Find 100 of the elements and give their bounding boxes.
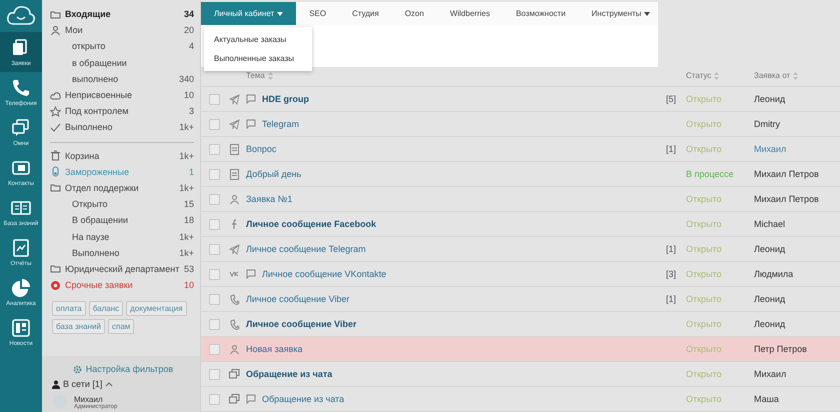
folder-link[interactable]: Юридический департамент: [65, 264, 180, 274]
report-icon: [11, 238, 31, 258]
reply-count: [3]: [664, 269, 677, 279]
ticket-title-link[interactable]: Личное сообщение VKontakte: [262, 269, 386, 279]
row-checkbox[interactable]: [209, 344, 220, 354]
chat-windows-icon: [229, 368, 240, 380]
row-checkbox[interactable]: [209, 94, 220, 104]
ticket-title-link[interactable]: Личное сообщение Facebook: [246, 219, 376, 229]
status-text: Открыто: [686, 194, 723, 204]
folder-link[interactable]: выполнено: [72, 74, 175, 84]
item-count: 18: [184, 215, 194, 226]
pie-chart-icon: [11, 278, 31, 298]
paper-plane-icon: [229, 94, 240, 104]
item-count: 1: [188, 166, 194, 177]
folder-link[interactable]: Открыто: [72, 199, 180, 210]
status-text: Открыто: [686, 94, 723, 104]
nav-tab[interactable]: SEO: [296, 2, 340, 25]
ticket-title-link[interactable]: Обращение из чата: [262, 394, 344, 404]
caret-icon[interactable]: [105, 381, 114, 387]
row-checkbox[interactable]: [209, 368, 220, 380]
item-count: 1k+: [179, 232, 194, 242]
folder-link[interactable]: В обращении: [72, 215, 180, 226]
tag-chip[interactable]: документация: [126, 301, 187, 316]
folder-link[interactable]: Отдел поддержки: [65, 182, 176, 193]
column-header[interactable]: Заявка от: [754, 71, 790, 80]
chat-windows-icon: [229, 394, 240, 404]
nav-tab[interactable]: Возможности: [502, 2, 579, 25]
folder-link[interactable]: в обращении: [72, 58, 194, 68]
author-name: Леонид: [754, 94, 786, 104]
row-checkbox[interactable]: [209, 268, 220, 280]
tag-chip[interactable]: база знаний: [52, 319, 105, 334]
tag-chip[interactable]: оплата: [52, 301, 86, 316]
ticket-title-link[interactable]: Обращение из чата: [246, 369, 332, 379]
folder-link[interactable]: На паузе: [72, 232, 176, 242]
row-checkbox[interactable]: [209, 294, 220, 304]
item-count: 10: [184, 90, 194, 100]
ticket-title-link[interactable]: Личное сообщение Viber: [246, 294, 350, 304]
folder-link[interactable]: открыто: [72, 41, 185, 52]
author-name: Dmitry: [754, 119, 781, 129]
menu-item[interactable]: Выполненные заказы: [204, 49, 312, 68]
nav-tab[interactable]: Инструменты: [578, 2, 664, 25]
row-checkbox[interactable]: [209, 394, 220, 404]
nav-tab[interactable]: Личный кабинет: [201, 2, 296, 25]
sort-icon[interactable]: [714, 72, 720, 80]
row-checkbox[interactable]: [209, 244, 220, 254]
reply-count: [1]: [664, 144, 677, 154]
column-header[interactable]: Тема: [246, 71, 265, 80]
row-checkbox[interactable]: [209, 168, 220, 180]
sort-icon[interactable]: [268, 72, 273, 80]
folder-link[interactable]: Неприсвоенные: [65, 90, 180, 100]
cloud-icon: [50, 90, 61, 101]
ticket-title-link[interactable]: Новая заявка: [246, 344, 302, 354]
online-users-label[interactable]: В сети [1]: [63, 379, 102, 389]
folder-link[interactable]: Выполнено: [65, 122, 176, 132]
settings-icon: [72, 364, 82, 374]
ticket-title-link[interactable]: Заявка №1: [246, 194, 292, 204]
nav-tab[interactable]: Студия: [339, 2, 392, 25]
tag-chip[interactable]: спам: [108, 319, 134, 334]
folder-link[interactable]: Корзина: [65, 150, 176, 161]
ticket-title-link[interactable]: Вопрос: [246, 144, 276, 154]
tag-chip[interactable]: баланс: [88, 301, 124, 316]
ticket-title-link[interactable]: Добрый день: [246, 169, 302, 179]
menu-item[interactable]: Актуальные заказы: [204, 30, 312, 49]
folder-link[interactable]: Мои: [65, 25, 180, 36]
status-text: Открыто: [686, 144, 723, 154]
author-name: Михаил: [754, 369, 788, 379]
status-text: Открыто: [686, 394, 723, 404]
folder-icon: [50, 8, 61, 20]
phone-icon: [229, 294, 240, 304]
folder-link[interactable]: Входящие: [65, 9, 180, 20]
item-count: 20: [184, 25, 194, 36]
ticket-title-link[interactable]: Telegram: [262, 119, 300, 129]
row-checkbox[interactable]: [209, 194, 220, 204]
row-checkbox[interactable]: [209, 218, 220, 230]
filter-settings-link[interactable]: Настройка фильтров: [86, 364, 174, 374]
nav-tab[interactable]: Wildberries: [436, 2, 503, 25]
status-text: Открыто: [686, 269, 723, 279]
ticket-title-link[interactable]: Личное сообщение Telegram: [246, 244, 366, 254]
column-header[interactable]: Статус: [686, 71, 712, 80]
row-checkbox[interactable]: [209, 144, 220, 154]
nav-tab[interactable]: Ozon: [392, 2, 437, 25]
folder-link[interactable]: Под контролем: [65, 106, 185, 116]
sort-icon[interactable]: [793, 72, 798, 80]
person-icon: [52, 380, 60, 388]
item-count: 340: [178, 74, 194, 84]
author-name: Леонид: [754, 319, 786, 329]
folder-link[interactable]: Срочные заявки: [65, 280, 180, 290]
author-name[interactable]: Михаил: [754, 144, 840, 154]
comment-icon: [246, 394, 256, 404]
ticket-title-link[interactable]: Личное сообщение Viber: [246, 319, 356, 329]
item-count: 1k+: [179, 248, 194, 258]
comment-icon: [246, 269, 256, 279]
document-icon: [229, 168, 240, 180]
folder-link[interactable]: Выполнено: [72, 248, 176, 258]
reply-count: [1]: [664, 294, 677, 304]
row-checkbox[interactable]: [209, 118, 220, 130]
folder-icon: [50, 182, 61, 194]
row-checkbox[interactable]: [209, 318, 220, 330]
ticket-title-link[interactable]: HDE group: [262, 94, 309, 104]
author-name: Маша: [754, 394, 780, 404]
